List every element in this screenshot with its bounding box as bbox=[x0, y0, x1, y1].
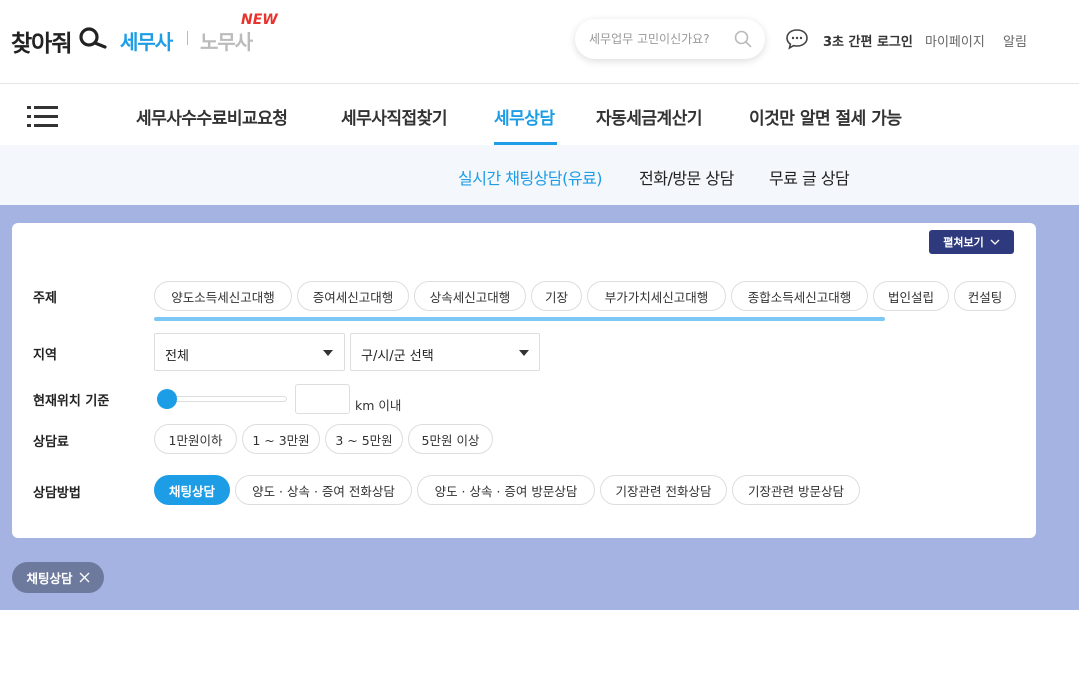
search-input[interactable] bbox=[589, 30, 729, 48]
subnav-item-free-post[interactable]: 무료 글 상담 bbox=[769, 165, 850, 189]
city-select[interactable]: 전체 bbox=[154, 333, 345, 371]
gnb-item-tax-saving-tips[interactable]: 이것만 알면 절세 가능 bbox=[749, 104, 902, 129]
gnb-item-tax-consulting[interactable]: 세무상담 bbox=[494, 104, 555, 129]
quick-login-link[interactable]: 3초 간편 로그인 bbox=[823, 31, 913, 50]
active-filter-tag[interactable]: 채팅상담 bbox=[12, 562, 104, 593]
gnb-item-find-accountant[interactable]: 세무사직접찾기 bbox=[341, 104, 447, 129]
topic-chip[interactable]: 부가가치세신고대행 bbox=[587, 281, 726, 311]
method-chip[interactable]: 양도 · 상속 · 증여 방문상담 bbox=[417, 475, 595, 505]
logo-divider bbox=[187, 31, 188, 45]
method-chip[interactable]: 양도 · 상속 · 증여 전화상담 bbox=[235, 475, 412, 505]
topic-chip[interactable]: 상속세신고대행 bbox=[414, 281, 526, 311]
district-select-value: 구/시/군 선택 bbox=[361, 349, 434, 364]
topic-label: 주제 bbox=[33, 291, 57, 306]
fee-chip[interactable]: 5만원 이상 bbox=[408, 424, 493, 454]
active-filter-tag-label: 채팅상담 bbox=[26, 571, 73, 586]
magnifier-logo-icon bbox=[79, 27, 107, 49]
fee-chip[interactable]: 3 ~ 5만원 bbox=[325, 424, 403, 454]
alarm-link[interactable]: 알림 bbox=[1003, 31, 1027, 50]
km-input[interactable] bbox=[295, 384, 350, 414]
topic-chip[interactable]: 법인설립 bbox=[873, 281, 949, 311]
expand-label: 펼쳐보기 bbox=[943, 236, 984, 249]
sub-navigation: 실시간 채팅상담(유료) 전화/방문 상담 무료 글 상담 bbox=[0, 145, 1079, 205]
km-unit-label: km 이내 bbox=[355, 398, 402, 413]
fee-label: 상담료 bbox=[33, 435, 69, 450]
region-label: 지역 bbox=[33, 348, 57, 363]
topic-scrollbar[interactable] bbox=[154, 317, 885, 321]
gnb-item-fee-comparison[interactable]: 세무사수수료비교요청 bbox=[136, 104, 288, 129]
topic-chip[interactable]: 컨설팅 bbox=[954, 281, 1016, 311]
dropdown-arrow-icon bbox=[519, 350, 529, 356]
filter-panel: 펼쳐보기 주제 양도소득세신고대행 증여세신고대행 상속세신고대행 기장 부가가… bbox=[12, 223, 1036, 538]
chat-bubble-icon[interactable] bbox=[785, 28, 809, 50]
method-chip-selected[interactable]: 채팅상담 bbox=[154, 475, 230, 505]
logo-labor-attorney[interactable]: 노무사 bbox=[200, 26, 253, 55]
new-badge: NEW bbox=[241, 12, 278, 28]
district-select[interactable]: 구/시/군 선택 bbox=[350, 333, 540, 371]
dropdown-arrow-icon bbox=[323, 350, 333, 356]
search-icon[interactable] bbox=[733, 29, 753, 49]
gnb-item-tax-calculator[interactable]: 자동세금계산기 bbox=[596, 104, 702, 129]
hamburger-menu-icon[interactable] bbox=[27, 106, 58, 127]
fee-chip[interactable]: 1 ~ 3만원 bbox=[242, 424, 320, 454]
subnav-item-live-chat[interactable]: 실시간 채팅상담(유료) bbox=[458, 165, 603, 189]
mypage-link[interactable]: 마이페이지 bbox=[925, 31, 985, 50]
filter-area: 펼쳐보기 주제 양도소득세신고대행 증여세신고대행 상속세신고대행 기장 부가가… bbox=[0, 205, 1079, 610]
topic-chip[interactable]: 종합소득세신고대행 bbox=[731, 281, 868, 311]
close-icon[interactable] bbox=[79, 572, 90, 583]
topic-chip[interactable]: 기장 bbox=[531, 281, 582, 311]
location-label: 현재위치 기준 bbox=[33, 394, 110, 409]
main-navigation: 세무사수수료비교요청 세무사직접찾기 세무상담 자동세금계산기 이것만 알면 절… bbox=[0, 85, 1079, 145]
topic-chip[interactable]: 양도소득세신고대행 bbox=[154, 281, 292, 311]
method-chip[interactable]: 기장관련 방문상담 bbox=[732, 475, 860, 505]
search-box bbox=[575, 19, 765, 59]
distance-slider-handle[interactable] bbox=[157, 389, 177, 409]
method-label: 상담방법 bbox=[33, 486, 81, 501]
logo-chajawo[interactable]: 찾아줘 bbox=[11, 24, 72, 58]
expand-button[interactable]: 펼쳐보기 bbox=[929, 230, 1014, 254]
top-header: 찾아줘 세무사 노무사 NEW 3초 간편 로그인 마이페이지 알림 bbox=[0, 0, 1079, 84]
fee-chip[interactable]: 1만원이하 bbox=[154, 424, 237, 454]
topic-chip[interactable]: 증여세신고대행 bbox=[297, 281, 409, 311]
subnav-item-phone-visit[interactable]: 전화/방문 상담 bbox=[639, 165, 734, 189]
logo-tax-accountant[interactable]: 세무사 bbox=[120, 26, 173, 55]
method-chip[interactable]: 기장관련 전화상담 bbox=[600, 475, 727, 505]
city-select-value: 전체 bbox=[165, 349, 189, 364]
chevron-down-icon bbox=[990, 239, 1000, 245]
